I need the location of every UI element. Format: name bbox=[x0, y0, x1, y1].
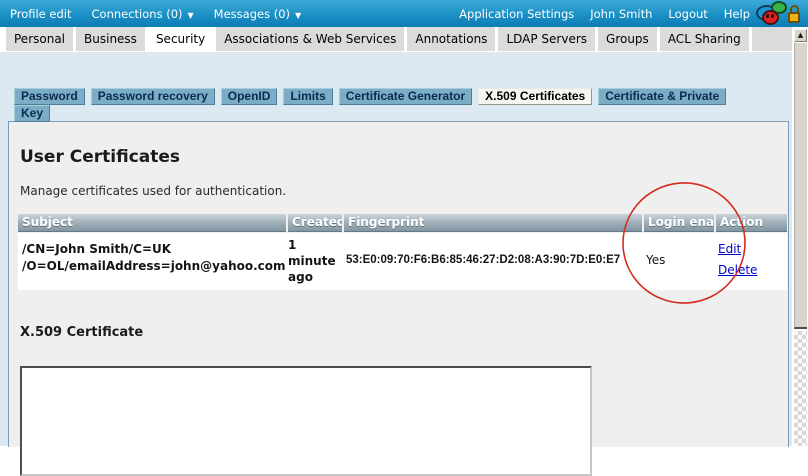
x509-certificate-textarea[interactable] bbox=[20, 366, 592, 476]
tab-ldap-servers[interactable]: LDAP Servers bbox=[498, 27, 595, 51]
application-settings-link[interactable]: Application Settings bbox=[459, 7, 574, 21]
tab-business[interactable]: Business bbox=[76, 27, 145, 51]
tab-security[interactable]: Security bbox=[148, 27, 213, 51]
page-title: User Certificates bbox=[20, 147, 180, 167]
column-header-created: Created bbox=[288, 214, 342, 232]
tab-personal[interactable]: Personal bbox=[6, 27, 73, 51]
subject-line-2: /O=OL/emailAddress=john@yahoo.com bbox=[22, 258, 286, 275]
messages-menu[interactable]: Messages (0) ▼ bbox=[214, 7, 302, 21]
sub-tab-row-1: Password Password recovery OpenID Limits… bbox=[14, 88, 789, 105]
subtab-certificate-generator[interactable]: Certificate Generator bbox=[339, 88, 472, 105]
current-user-link[interactable]: John Smith bbox=[590, 7, 652, 21]
tab-acl-sharing[interactable]: ACL Sharing bbox=[660, 27, 749, 51]
scrollbar-up-button[interactable]: ▲ bbox=[794, 29, 807, 42]
tab-annotations[interactable]: Annotations bbox=[407, 27, 495, 51]
padlock-icon bbox=[788, 12, 800, 23]
column-header-action: Action bbox=[716, 214, 787, 232]
page-description: Manage certificates used for authenticat… bbox=[20, 184, 286, 198]
column-header-login-enabled: Login enabled bbox=[644, 214, 714, 232]
connections-label: Connections (0) bbox=[92, 7, 183, 21]
tab-associations-web-services[interactable]: Associations & Web Services bbox=[216, 27, 404, 51]
topbar-left-menu: Profile edit Connections (0) ▼ Messages (… bbox=[10, 0, 301, 27]
topbar: Profile edit Connections (0) ▼ Messages (… bbox=[0, 0, 808, 27]
cell-fingerprint: 53:E0:09:70:F6:B6:85:46:27:D2:08:A3:90:7… bbox=[346, 254, 620, 266]
column-header-fingerprint: Fingerprint bbox=[344, 214, 642, 232]
dropdown-arrow-icon: ▼ bbox=[188, 11, 194, 20]
transparency-checkerboard bbox=[794, 331, 807, 446]
edit-link[interactable]: Edit bbox=[718, 239, 757, 260]
scrollbar-track[interactable] bbox=[794, 43, 807, 329]
subject-line-1: /CN=John Smith/C=UK bbox=[22, 241, 286, 258]
tab-bar-filler bbox=[752, 27, 792, 51]
subtab-x509-certificates[interactable]: X.509 Certificates bbox=[478, 88, 592, 105]
subtab-openid[interactable]: OpenID bbox=[221, 88, 278, 105]
subtab-certificate-private-key-wrap[interactable]: Key bbox=[14, 105, 50, 122]
logout-link[interactable]: Logout bbox=[668, 7, 707, 21]
help-link[interactable]: Help bbox=[724, 7, 750, 21]
subtab-certificate-private-key[interactable]: Certificate & Private bbox=[598, 88, 726, 105]
connections-menu[interactable]: Connections (0) ▼ bbox=[92, 7, 194, 21]
cell-actions: Edit Delete bbox=[718, 239, 757, 281]
security-sub-tab-bar: Password Password recovery OpenID Limits… bbox=[14, 88, 789, 122]
red-face-icon bbox=[762, 10, 779, 25]
delete-link[interactable]: Delete bbox=[718, 260, 757, 281]
subtab-limits[interactable]: Limits bbox=[283, 88, 332, 105]
subtab-password-recovery[interactable]: Password recovery bbox=[91, 88, 215, 105]
tab-groups[interactable]: Groups bbox=[598, 27, 657, 51]
dropdown-arrow-icon: ▼ bbox=[295, 11, 301, 20]
profile-edit-link[interactable]: Profile edit bbox=[10, 7, 72, 21]
topbar-right-menu: Application Settings John Smith Logout H… bbox=[459, 0, 750, 27]
cell-subject: /CN=John Smith/C=UK /O=OL/emailAddress=j… bbox=[22, 241, 286, 275]
cell-created: 1 minute ago bbox=[288, 237, 340, 285]
sub-tab-row-2: Key bbox=[14, 105, 789, 122]
app-logo bbox=[756, 1, 802, 27]
column-header-subject: Subject bbox=[18, 214, 286, 232]
messages-label: Messages (0) bbox=[214, 7, 290, 21]
x509-certificate-heading: X.509 Certificate bbox=[20, 325, 143, 340]
cell-login-enabled: Yes bbox=[646, 253, 665, 267]
main-tab-bar: Personal Business Security Associations … bbox=[0, 27, 792, 52]
subtab-password[interactable]: Password bbox=[14, 88, 85, 105]
